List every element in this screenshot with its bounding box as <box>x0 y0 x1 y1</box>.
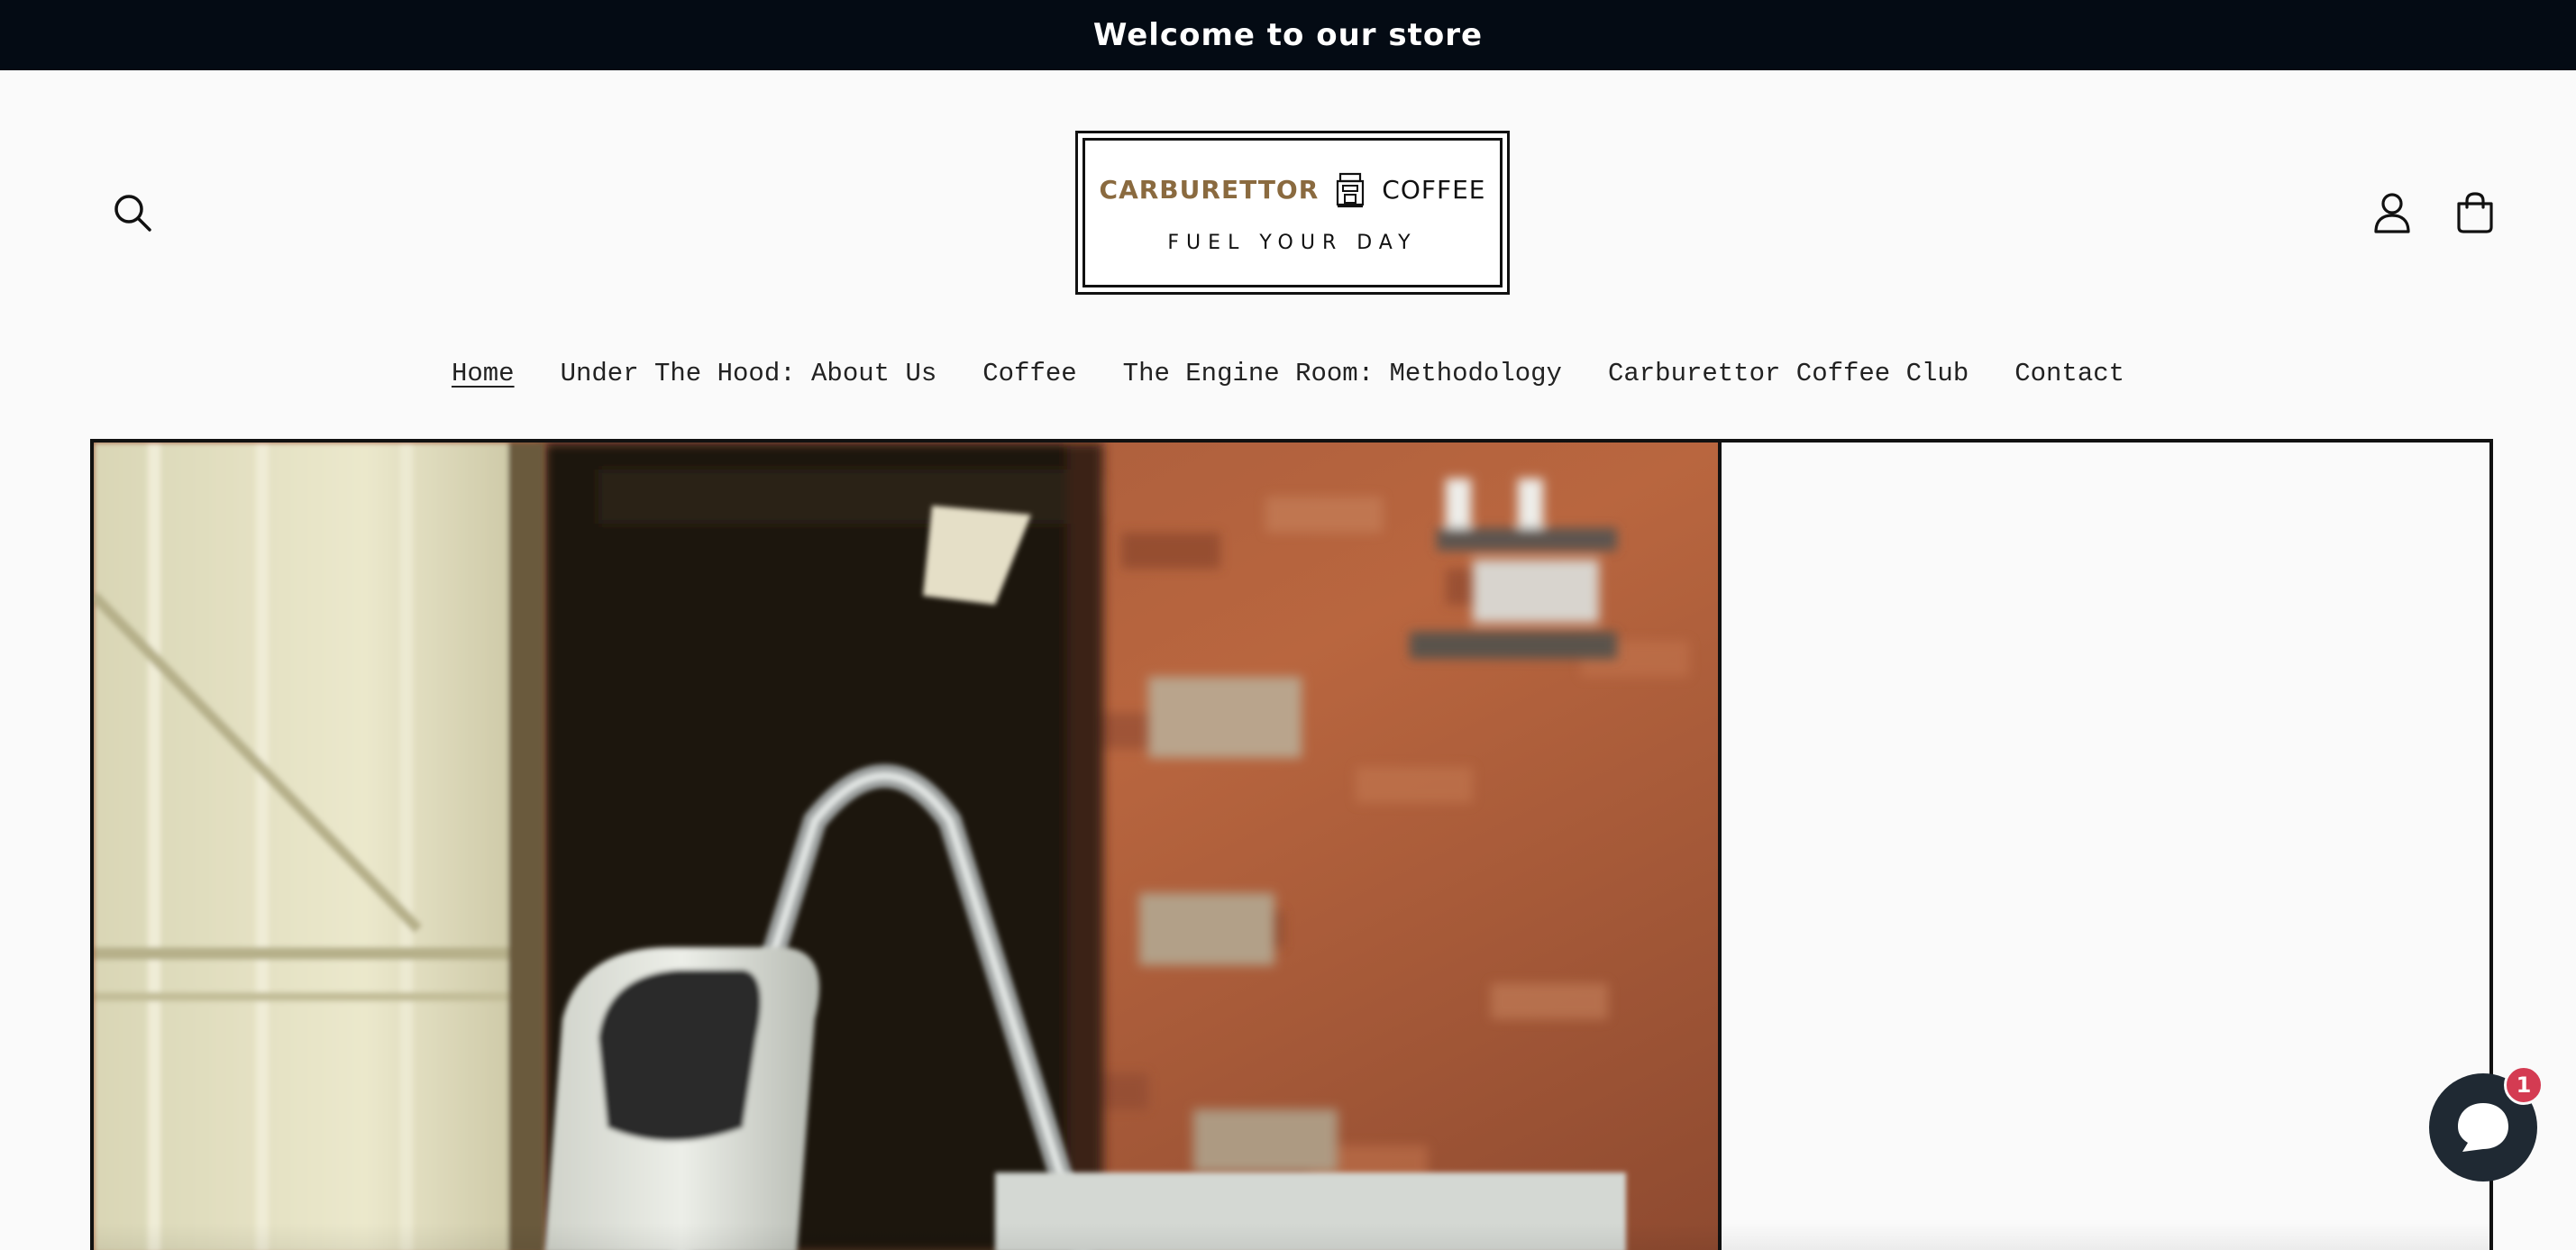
account-button[interactable] <box>2363 184 2421 242</box>
cart-button[interactable] <box>2446 184 2504 242</box>
store-logo[interactable]: CARBURETTOR COFFEE FUEL YOUR DAY <box>1075 131 1510 295</box>
search-icon <box>114 195 151 232</box>
announcement-bar: Welcome to our store <box>0 0 2576 70</box>
nav-item-about[interactable]: Under The Hood: About Us <box>561 359 937 388</box>
account-icon <box>2374 193 2410 233</box>
announcement-text: Welcome to our store <box>1092 17 1484 53</box>
chat-unread-badge: 1 <box>2504 1065 2544 1105</box>
nav-item-coffee[interactable]: Coffee <box>982 359 1076 388</box>
coffee-machine-icon <box>1337 172 1365 207</box>
nav-item-home[interactable]: Home <box>452 359 515 388</box>
logo-brand-part-1: CARBURETTOR <box>1099 175 1320 205</box>
hero-photo <box>94 443 1718 1250</box>
hero-banner <box>90 439 2493 1250</box>
nav-item-contact[interactable]: Contact <box>2014 359 2124 388</box>
logo-brand-line: CARBURETTOR COFFEE <box>1100 172 1486 208</box>
nav-item-methodology[interactable]: The Engine Room: Methodology <box>1123 359 1562 388</box>
hero-image <box>94 443 1722 1250</box>
chat-bubble-icon <box>2458 1103 2508 1152</box>
search-button[interactable] <box>104 184 161 242</box>
nav-item-coffee-club[interactable]: Carburettor Coffee Club <box>1608 359 1969 388</box>
hero-bottom-shadow <box>94 1223 2489 1250</box>
logo-tagline: FUEL YOUR DAY <box>1167 231 1418 254</box>
hero-text-panel <box>1722 443 2489 1250</box>
cart-icon <box>2457 192 2493 233</box>
main-navigation: Home Under The Hood: About Us Coffee The… <box>0 359 2576 388</box>
logo-frame: CARBURETTOR COFFEE FUEL YOUR DAY <box>1082 138 1503 287</box>
logo-brand-part-2: COFFEE <box>1382 175 1486 205</box>
site-header: CARBURETTOR COFFEE FUEL YOUR DAY Home Un… <box>0 70 2576 440</box>
